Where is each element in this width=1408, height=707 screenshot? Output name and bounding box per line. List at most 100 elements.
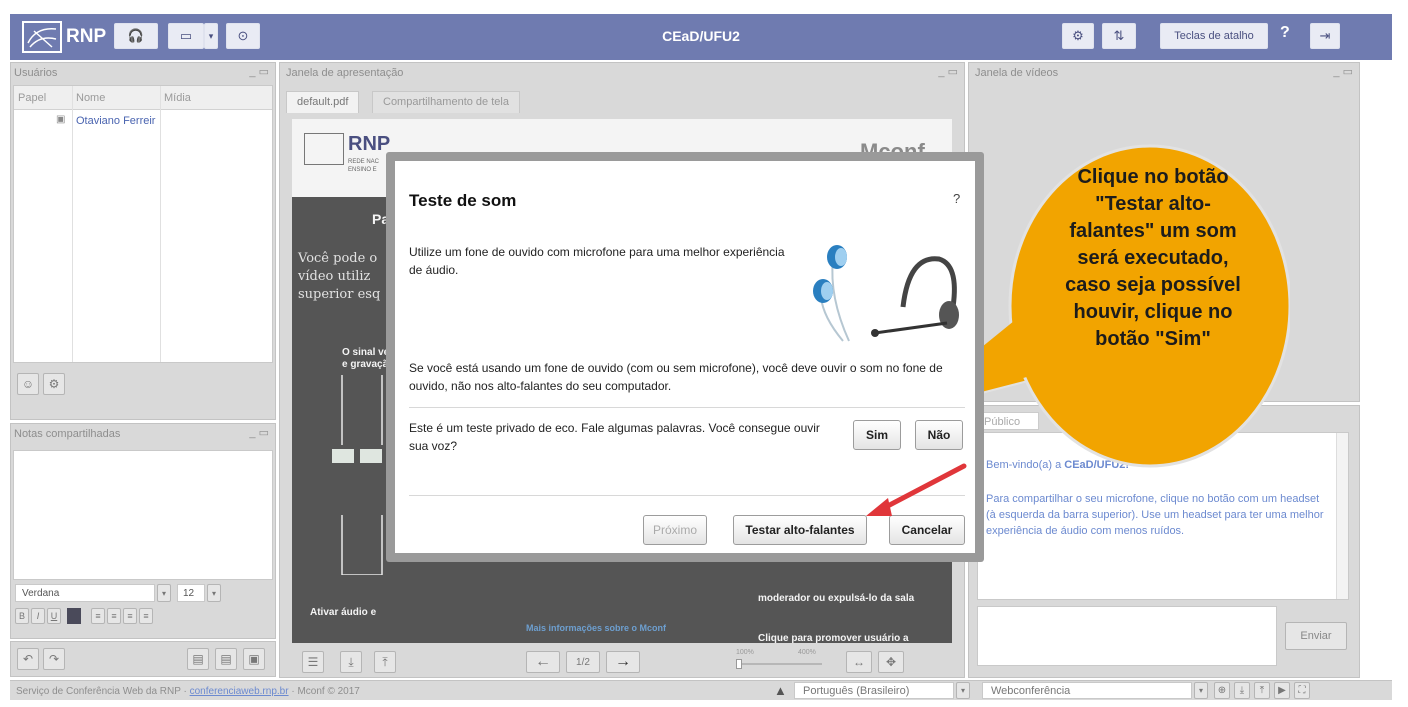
smiley-icon: ☺ <box>21 377 35 391</box>
language-select[interactable]: Português (Brasileiro) <box>794 682 954 699</box>
next-slide-button[interactable]: → <box>606 651 640 673</box>
slide-body-line: vídeo utiliz <box>298 269 371 284</box>
presentation-panel-controls[interactable]: _ ▭ <box>938 65 958 78</box>
bold-button[interactable]: B <box>15 608 29 624</box>
help-button[interactable]: ? <box>1280 24 1290 42</box>
callout-line: Clique no botão <box>1077 166 1229 188</box>
undo-button[interactable]: ↶ <box>17 648 39 670</box>
document-icon: ▤ <box>220 652 232 666</box>
broadcast-layout-button[interactable]: ▶ <box>1274 682 1290 699</box>
tab-default-pdf[interactable]: default.pdf <box>286 91 360 113</box>
yes-button[interactable]: Sim <box>853 420 901 450</box>
footer: Serviço de Conferência Web da RNP · conf… <box>10 680 1392 700</box>
chat-scrollbar[interactable] <box>1336 433 1348 599</box>
new-note-button[interactable]: ▤ <box>187 648 209 670</box>
users-table-header <box>14 86 272 110</box>
font-select[interactable]: Verdana <box>15 584 155 602</box>
column-header-media[interactable]: Mídia <box>164 92 191 104</box>
tab-screen-share[interactable]: Compartilhamento de tela <box>372 91 520 113</box>
zoom-slider-handle[interactable] <box>736 659 742 669</box>
slide-logo: RNP <box>348 133 391 155</box>
notes-panel: Notas compartilhadas _ ▭ Verdana ▾ 12 ▾ … <box>10 423 276 639</box>
shortcuts-button[interactable]: Teclas de atalho <box>1160 23 1268 49</box>
test-speakers-button[interactable]: Testar alto-falantes <box>733 515 867 545</box>
notes-toolbar: ↶ ↷ ▤ ▤ ▣ <box>10 641 276 677</box>
font-dropdown[interactable]: ▾ <box>157 584 171 602</box>
font-size-dropdown[interactable]: ▾ <box>207 584 221 602</box>
italic-button[interactable]: I <box>31 608 45 624</box>
layout-select[interactable]: Webconferência <box>982 682 1192 699</box>
layout-dropdown[interactable]: ▾ <box>1194 682 1208 699</box>
pan-button[interactable]: ✥ <box>878 651 904 673</box>
settings-button[interactable]: ⚙ <box>1062 23 1094 49</box>
font-size-select[interactable]: 12 <box>177 584 205 602</box>
add-layout-button[interactable]: ⊕ <box>1214 682 1230 699</box>
slide-signal-line: O sinal ve <box>342 347 390 358</box>
justify-button[interactable]: ≡ <box>139 608 153 624</box>
slide-activate-label: Ativar áudio e <box>310 607 377 618</box>
service-link[interactable]: conferenciaweb.rnp.br <box>190 686 289 697</box>
user-name: Otaviano Ferreir <box>76 115 156 127</box>
echo-question: Este é um teste privado de eco. Fale alg… <box>409 421 820 453</box>
align-left-button[interactable]: ≡ <box>91 608 105 624</box>
download-layout-button[interactable]: ⤓ <box>1234 682 1250 699</box>
video-panel-controls[interactable]: _ ▭ <box>1333 65 1353 78</box>
network-arrows-icon: ⇅ <box>1113 28 1125 43</box>
column-header-name[interactable]: Nome <box>76 92 105 104</box>
zoom-min-label: 100% <box>736 649 754 656</box>
send-button[interactable]: Enviar <box>1285 622 1347 650</box>
status-button[interactable]: ☺ <box>17 373 39 395</box>
upload-icon: ⤒ <box>382 654 388 669</box>
notes-textarea[interactable] <box>13 450 273 580</box>
upload-layout-button[interactable]: ⤒ <box>1254 682 1270 699</box>
upload-button[interactable]: ⤒ <box>374 651 396 673</box>
arrow-right-icon: → <box>615 653 631 670</box>
zoom-slider[interactable] <box>736 663 822 665</box>
column-header-role[interactable]: Papel <box>18 92 46 104</box>
fit-width-button[interactable]: ☰ <box>302 651 324 673</box>
page-indicator[interactable]: 1/2 <box>566 651 600 673</box>
dialog-title: Teste de som <box>409 191 517 210</box>
pointer-arrow-icon <box>866 463 967 516</box>
dialog-instruction: Se você está usando um fone de ouvido (c… <box>409 361 943 393</box>
language-dropdown[interactable]: ▾ <box>956 682 970 699</box>
dialog-help-button[interactable]: ? <box>953 191 960 206</box>
notes-panel-controls[interactable]: _ ▭ <box>249 426 269 439</box>
underline-button[interactable]: U <box>47 608 61 624</box>
footer-service: Serviço de Conferência Web da RNP · conf… <box>16 686 360 697</box>
redo-button[interactable]: ↷ <box>43 648 65 670</box>
user-settings-button[interactable]: ⚙ <box>43 373 65 395</box>
slide-diagram <box>332 375 392 576</box>
align-right-button[interactable]: ≡ <box>123 608 137 624</box>
top-bar: RNP 🎧 ▭ ▾ ⊙ CEaD/UFU2 ⚙ ⇅ Teclas de atal… <box>10 14 1392 60</box>
fullscreen-button[interactable]: ⛶ <box>1294 682 1310 699</box>
gear-icon: ⚙ <box>1072 28 1084 43</box>
next-button[interactable]: Próximo <box>643 515 707 545</box>
user-row[interactable]: ▣ Otaviano Ferreir <box>14 111 272 131</box>
headset-image <box>799 237 965 347</box>
network-button[interactable]: ⇅ <box>1102 23 1136 49</box>
prev-slide-button[interactable]: ← <box>526 651 560 673</box>
callout-text: Clique no botão "Testar alto- falantes" … <box>1048 164 1258 353</box>
logout-button[interactable]: ⇥ <box>1310 23 1340 49</box>
save-note-button[interactable]: ▣ <box>243 648 265 670</box>
presentation-panel-title: Janela de apresentação <box>286 67 404 79</box>
align-left-icon: ☰ <box>307 655 319 669</box>
no-button[interactable]: Não <box>915 420 963 450</box>
notes-panel-title: Notas compartilhadas <box>14 428 121 440</box>
copy-note-button[interactable]: ▤ <box>215 648 237 670</box>
callout-line: botão "Sim" <box>1095 328 1211 350</box>
fit-page-button[interactable]: ↔ <box>846 651 872 673</box>
text-color-swatch[interactable] <box>67 608 81 624</box>
callout-line: falantes" um som <box>1069 220 1237 242</box>
move-icon: ✥ <box>885 655 897 669</box>
users-panel-controls[interactable]: _ ▭ <box>249 65 269 78</box>
download-button[interactable]: ⤓ <box>340 651 362 673</box>
arrow-left-icon: ← <box>535 653 551 670</box>
users-table: Papel Nome Mídia ▣ Otaviano Ferreir <box>13 85 273 363</box>
document-icon: ▤ <box>192 652 204 666</box>
warning-icon[interactable]: ▲ <box>774 683 787 698</box>
align-center-button[interactable]: ≡ <box>107 608 121 624</box>
chat-input[interactable] <box>977 606 1277 666</box>
fit-horizontal-icon: ↔ <box>853 655 865 669</box>
